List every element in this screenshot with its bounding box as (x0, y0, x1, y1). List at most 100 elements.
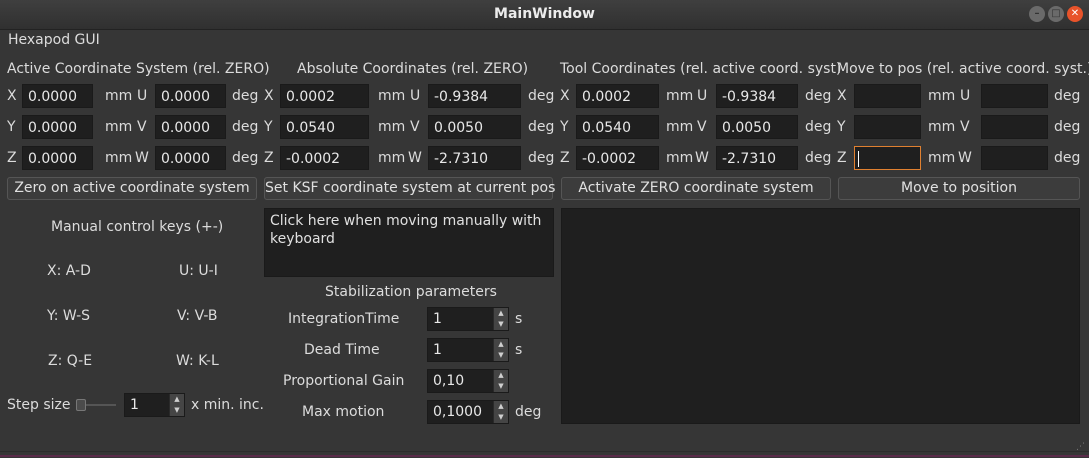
axis-x-label: X (7, 88, 17, 104)
axis-w-label: W (408, 150, 422, 166)
max-motion-value: 0,1000 (433, 404, 482, 420)
spin-down-icon[interactable]: ▼ (494, 381, 508, 392)
absolute-y-field[interactable]: 0.0540 (280, 115, 369, 139)
spin-up-icon[interactable]: ▲ (494, 370, 508, 381)
axis-u-label: U (410, 88, 421, 104)
step-size-spinbox[interactable]: 1 ▲ ▼ (124, 393, 185, 417)
absolute-coordinate-header: Absolute Coordinates (rel. ZERO) (297, 61, 529, 77)
active-u-field[interactable]: 0.0000 (155, 84, 226, 108)
unit-deg-label: deg (805, 119, 832, 135)
active-z-field[interactable]: 0.0000 (22, 146, 93, 170)
activate-zero-button[interactable]: Activate ZERO coordinate system (561, 177, 831, 200)
axis-z-label: Z (7, 150, 17, 166)
unit-mm-label: mm (666, 88, 694, 104)
axis-v-label: V (697, 119, 707, 135)
step-size-suffix: x min. inc. (191, 397, 264, 413)
spin-down-icon[interactable]: ▼ (494, 319, 508, 330)
axis-u-label: U (960, 88, 971, 104)
key-u-label: U: U-I (179, 263, 218, 279)
absolute-x-field[interactable]: 0.0002 (280, 84, 369, 108)
tool-v-field[interactable]: 0.0050 (716, 115, 798, 139)
move-u-field[interactable] (981, 84, 1048, 108)
unit-deg-label: deg (805, 150, 832, 166)
dead-time-spinbox[interactable]: 1 ▲ ▼ (427, 338, 509, 362)
active-x-field[interactable]: 0.0000 (22, 84, 93, 108)
spin-down-icon[interactable]: ▼ (494, 350, 508, 361)
dead-time-label: Dead Time (304, 342, 380, 358)
maximize-icon[interactable]: □ (1048, 6, 1064, 22)
proportional-gain-spinbox[interactable]: 0,10 ▲ ▼ (427, 369, 509, 393)
spin-down-icon[interactable]: ▼ (170, 405, 184, 416)
active-y-field[interactable]: 0.0000 (22, 115, 93, 139)
unit-deg-label: deg (1054, 119, 1081, 135)
axis-w-label: W (695, 150, 709, 166)
move-w-field[interactable] (981, 146, 1048, 170)
proportional-gain-value: 0,10 (433, 373, 465, 389)
unit-mm-label: mm (378, 150, 406, 166)
active-w-field[interactable]: 0.0000 (155, 146, 226, 170)
unit-deg-label: deg (805, 88, 832, 104)
spin-down-icon[interactable]: ▼ (494, 412, 508, 423)
unit-deg-label: deg (528, 150, 555, 166)
step-slider-handle[interactable] (76, 399, 86, 411)
tool-w-field[interactable]: -2.7310 (716, 146, 798, 170)
move-v-field[interactable] (981, 115, 1048, 139)
unit-deg-label: deg (232, 88, 259, 104)
absolute-w-field[interactable]: -2.7310 (428, 146, 521, 170)
menu-hexapod-gui[interactable]: Hexapod GUI (8, 30, 100, 50)
close-icon[interactable]: ✕ (1067, 6, 1083, 22)
absolute-u-field[interactable]: -0.9384 (428, 84, 521, 108)
output-panel (561, 208, 1080, 424)
axis-v-label: V (960, 119, 970, 135)
unit-mm-label: mm (105, 88, 133, 104)
move-to-pos-header: Move to pos (rel. active coord. syst.) (837, 61, 1089, 77)
tool-coordinate-header: Tool Coordinates (rel. active coord. sys… (560, 61, 842, 77)
integration-time-unit: s (515, 311, 523, 327)
resize-grip-icon[interactable]: ⋰ (1076, 442, 1086, 452)
max-motion-label: Max motion (302, 404, 385, 420)
max-motion-unit: deg (515, 404, 542, 420)
unit-deg-label: deg (528, 88, 555, 104)
axis-y-label: Y (560, 119, 569, 135)
move-to-position-button[interactable]: Move to position (838, 177, 1080, 200)
spin-up-icon[interactable]: ▲ (170, 394, 184, 405)
unit-deg-label: deg (232, 119, 259, 135)
unit-deg-label: deg (232, 150, 259, 166)
keyboard-control-area[interactable]: Click here when moving manually with key… (264, 208, 554, 277)
unit-deg-label: deg (528, 119, 555, 135)
axis-x-label: X (264, 88, 274, 104)
tool-x-field[interactable]: 0.0002 (576, 84, 659, 108)
spin-buttons: ▲ ▼ (493, 401, 508, 423)
spin-buttons: ▲ ▼ (493, 308, 508, 330)
absolute-z-field[interactable]: -0.0002 (280, 146, 369, 170)
spin-up-icon[interactable]: ▲ (494, 308, 508, 319)
tool-u-field[interactable]: -0.9384 (716, 84, 798, 108)
move-z-field[interactable] (854, 146, 921, 170)
integration-time-spinbox[interactable]: 1 ▲ ▼ (427, 307, 509, 331)
dead-time-value: 1 (433, 342, 442, 358)
key-z-label: Z: Q-E (48, 353, 93, 369)
tool-y-field[interactable]: 0.0540 (576, 115, 659, 139)
text-caret (858, 151, 859, 167)
axis-v-label: V (410, 119, 420, 135)
spin-up-icon[interactable]: ▲ (494, 401, 508, 412)
axis-u-label: U (137, 88, 148, 104)
set-ksf-button[interactable]: Set KSF coordinate system at current pos (264, 177, 555, 200)
move-y-field[interactable] (854, 115, 921, 139)
move-x-field[interactable] (854, 84, 921, 108)
unit-deg-label: deg (1054, 88, 1081, 104)
minimize-icon[interactable]: – (1029, 6, 1045, 22)
spin-buttons: ▲ ▼ (169, 394, 184, 416)
active-coordinate-header: Active Coordinate System (rel. ZERO) (7, 61, 270, 77)
zero-on-active-button[interactable]: Zero on active coordinate system (7, 177, 257, 200)
max-motion-spinbox[interactable]: 0,1000 ▲ ▼ (427, 400, 509, 424)
axis-x-label: X (837, 88, 847, 104)
active-v-field[interactable]: 0.0000 (155, 115, 226, 139)
spin-buttons: ▲ ▼ (493, 370, 508, 392)
absolute-v-field[interactable]: 0.0050 (428, 115, 521, 139)
spin-up-icon[interactable]: ▲ (494, 339, 508, 350)
axis-w-label: W (958, 150, 972, 166)
key-v-label: V: V-B (177, 308, 218, 324)
unit-mm-label: mm (666, 119, 694, 135)
tool-z-field[interactable]: -0.0002 (576, 146, 659, 170)
